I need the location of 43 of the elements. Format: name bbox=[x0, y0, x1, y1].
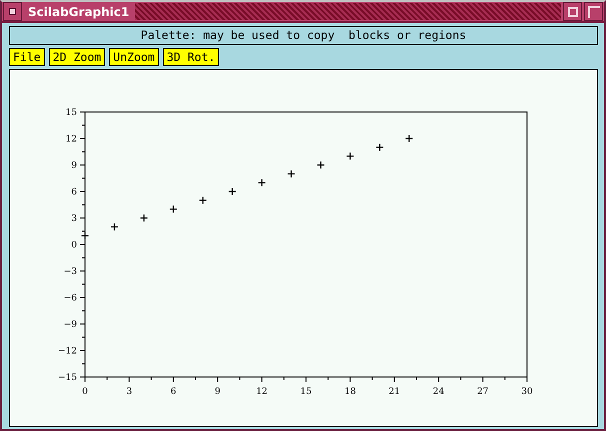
x-tick-label: 12 bbox=[256, 387, 268, 397]
plus-marker bbox=[169, 205, 178, 214]
maximize-button[interactable] bbox=[584, 2, 603, 21]
y-tick-label: −9 bbox=[64, 320, 77, 330]
x-tick-label: 30 bbox=[521, 387, 533, 397]
x-tick-label: 21 bbox=[388, 387, 400, 397]
plus-marker bbox=[140, 214, 148, 222]
plus-marker bbox=[80, 232, 90, 240]
plus-marker bbox=[228, 187, 236, 196]
y-tick-label: 3 bbox=[71, 214, 77, 224]
plus-marker bbox=[346, 152, 354, 160]
x-tick-label: 18 bbox=[344, 387, 356, 397]
plus-marker bbox=[376, 143, 384, 152]
y-tick-label: 9 bbox=[71, 161, 77, 171]
plus-marker bbox=[287, 170, 296, 178]
y-tick-label: 15 bbox=[66, 108, 77, 118]
y-tick-label: −6 bbox=[64, 294, 77, 304]
plus-marker bbox=[316, 160, 325, 170]
x-tick-label: 0 bbox=[82, 387, 88, 397]
plus-marker bbox=[405, 134, 414, 143]
x-tick-label: 27 bbox=[477, 387, 489, 397]
window-menu-button[interactable] bbox=[3, 2, 22, 21]
plus-marker bbox=[110, 222, 119, 231]
y-tick-label: −3 bbox=[64, 267, 77, 277]
plus-marker bbox=[198, 196, 207, 204]
y-tick-label: −15 bbox=[58, 373, 77, 383]
x-tick-label: 15 bbox=[300, 387, 312, 397]
minimize-button[interactable] bbox=[563, 2, 582, 21]
window-title: ScilabGraphic1 bbox=[27, 4, 130, 18]
y-tick-label: 12 bbox=[66, 134, 77, 144]
palette-message: Palette: may be used to copy blocks or regions bbox=[9, 26, 598, 45]
menu-button[interactable]: File bbox=[9, 48, 45, 66]
plus-marker bbox=[258, 178, 266, 187]
y-tick-label: −12 bbox=[58, 346, 77, 356]
menu-button[interactable]: 2D Zoom bbox=[48, 48, 106, 66]
menu-button[interactable]: 3D Rot. bbox=[162, 48, 220, 66]
menu-button[interactable]: UnZoom bbox=[109, 48, 159, 66]
x-tick-label: 9 bbox=[214, 387, 220, 397]
x-tick-label: 3 bbox=[126, 387, 132, 397]
y-tick-label: 6 bbox=[71, 188, 77, 198]
x-tick-label: 24 bbox=[432, 387, 444, 397]
x-tick-label: 6 bbox=[170, 387, 176, 397]
y-tick-label: 0 bbox=[71, 240, 77, 250]
